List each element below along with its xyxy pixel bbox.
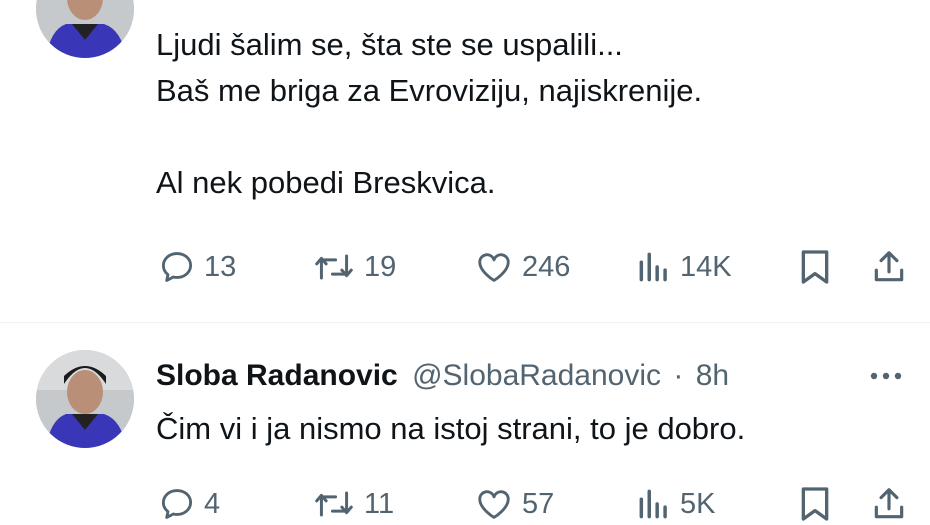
timeline: Ljudi šalim se, šta ste se uspalili... B… xyxy=(0,0,930,525)
like-button[interactable]: 57 xyxy=(474,479,554,525)
tweet-text-line xyxy=(156,114,702,160)
like-button[interactable]: 246 xyxy=(474,242,570,292)
avatar-image xyxy=(36,350,134,448)
more-icon xyxy=(870,372,902,380)
like-icon xyxy=(478,253,510,282)
views-icon xyxy=(639,252,667,282)
tweet-header: Sloba Radanovic @SlobaRadanovic · 8h xyxy=(156,354,916,398)
tweet-text-line: Baš me briga za Evroviziju, najiskrenije… xyxy=(156,73,703,108)
header-separator: · xyxy=(673,359,684,392)
bookmark-button[interactable] xyxy=(798,242,832,292)
repost-icon xyxy=(315,254,353,280)
share-button[interactable] xyxy=(870,479,908,525)
tweet-text-line: Čim vi i ja nismo na istoj strani, to je… xyxy=(156,411,746,446)
tweet-time[interactable]: 8h xyxy=(696,359,729,392)
reply-count: 4 xyxy=(204,487,221,520)
repost-button[interactable]: 11 xyxy=(312,479,394,525)
tweet[interactable]: Ljudi šalim se, šta ste se uspalili... B… xyxy=(0,0,930,320)
author-handle[interactable]: @SlobaRadanovic xyxy=(412,359,661,392)
tweet-actions: 13 19 246 14K xyxy=(0,242,930,292)
repost-icon xyxy=(315,491,353,517)
share-button[interactable] xyxy=(870,242,908,292)
tweet[interactable]: Sloba Radanovic @SlobaRadanovic · 8h Čim… xyxy=(0,322,930,525)
reply-button[interactable]: 4 xyxy=(158,479,220,525)
share-icon xyxy=(874,251,904,282)
reply-button[interactable]: 13 xyxy=(158,242,236,292)
avatar[interactable] xyxy=(36,350,134,448)
repost-button[interactable]: 19 xyxy=(312,242,396,292)
reply-icon xyxy=(161,252,193,282)
tweet-text: Ljudi šalim se, šta ste se uspalili... B… xyxy=(156,22,702,206)
reply-icon xyxy=(161,489,193,519)
avatar[interactable] xyxy=(36,0,134,58)
tweet-text-line: Ljudi šalim se, šta ste se uspalili... xyxy=(156,27,623,62)
author-name[interactable]: Sloba Radanovic xyxy=(156,359,398,392)
reply-count: 13 xyxy=(204,250,237,283)
avatar-image xyxy=(36,0,134,58)
views-button[interactable]: 5K xyxy=(636,479,715,525)
like-icon xyxy=(478,490,510,519)
repost-count: 19 xyxy=(364,250,397,283)
like-count: 246 xyxy=(522,250,571,283)
share-icon xyxy=(874,488,904,519)
views-icon xyxy=(639,489,667,519)
views-button[interactable]: 14K xyxy=(636,242,732,292)
more-button[interactable] xyxy=(866,354,906,398)
views-count: 5K xyxy=(680,487,716,520)
repost-count: 11 xyxy=(364,487,395,520)
views-count: 14K xyxy=(680,250,732,283)
bookmark-icon xyxy=(801,250,829,284)
bookmark-button[interactable] xyxy=(798,479,832,525)
tweet-text-line: Al nek pobedi Breskvica. xyxy=(156,165,496,200)
tweet-actions: 4 11 57 5K xyxy=(0,479,930,525)
tweet-text: Čim vi i ja nismo na istoj strani, to je… xyxy=(156,406,745,452)
like-count: 57 xyxy=(522,487,555,520)
bookmark-icon xyxy=(801,487,829,521)
